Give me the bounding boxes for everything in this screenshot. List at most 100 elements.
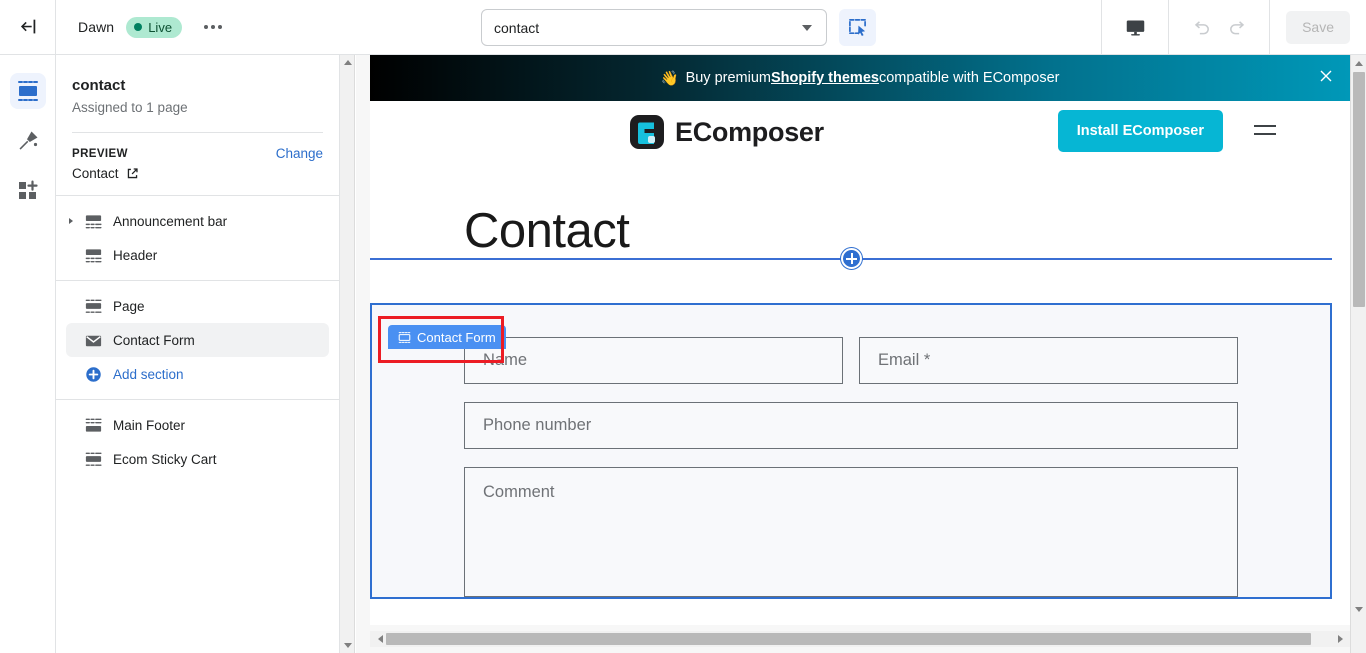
- section-row-header[interactable]: Header: [66, 238, 329, 272]
- live-badge-label: Live: [148, 19, 173, 35]
- sections-icon: [17, 81, 38, 101]
- preview-canvas: 👋 Buy premium Shopify themes compatible …: [356, 55, 1366, 653]
- page-selector-value: contact: [494, 19, 540, 36]
- sidebar-scrollbar[interactable]: [340, 55, 355, 653]
- section-row-ecom-sticky-cart[interactable]: Ecom Sticky Cart: [66, 442, 329, 476]
- section-label: Page: [113, 298, 145, 314]
- preview-block: PREVIEW Change Contact: [56, 133, 339, 181]
- comment-textarea[interactable]: Comment: [464, 467, 1238, 597]
- scrollbar-thumb[interactable]: [386, 633, 1311, 645]
- change-preview-link[interactable]: Change: [276, 146, 323, 161]
- announcement-text-before: Buy premium: [685, 70, 771, 86]
- save-group: Save: [1269, 0, 1366, 54]
- canvas-vertical-scrollbar[interactable]: [1350, 55, 1366, 653]
- undo-button[interactable]: [1185, 11, 1219, 43]
- install-ecomposer-button[interactable]: Install EComposer: [1057, 110, 1223, 152]
- section-row-announcement-bar[interactable]: Announcement bar: [66, 204, 329, 238]
- add-section-button[interactable]: Add section: [66, 357, 329, 391]
- sidebar-group-template: Page Contact Form Add section: [56, 280, 339, 399]
- hamburger-menu-icon[interactable]: [1252, 121, 1278, 144]
- top-toolbar: Dawn Live contact Save: [0, 0, 1366, 55]
- section-label: Ecom Sticky Cart: [113, 451, 217, 467]
- wave-emoji-icon: 👋: [660, 70, 679, 87]
- page-selector[interactable]: contact: [481, 9, 827, 46]
- more-horizontal-icon: [204, 25, 209, 29]
- storefront-viewport: 👋 Buy premium Shopify themes compatible …: [370, 55, 1350, 625]
- toolbar-center-group: contact: [481, 9, 876, 46]
- exit-arrow-icon: [20, 19, 35, 34]
- apps-icon: [18, 180, 38, 199]
- section-top-icon: [84, 212, 103, 231]
- name-input[interactable]: Name: [464, 337, 843, 384]
- phone-row: Phone number: [464, 402, 1238, 449]
- section-bottom-icon: [84, 450, 103, 469]
- scroll-down-arrow[interactable]: [340, 638, 355, 653]
- desktop-preview-button[interactable]: [1118, 11, 1152, 43]
- desktop-icon: [1126, 20, 1144, 35]
- section-page-icon: [84, 297, 103, 316]
- canvas-horizontal-scrollbar[interactable]: [370, 631, 1350, 647]
- name-email-row: Name Email *: [464, 337, 1238, 384]
- theme-settings-icon: [19, 131, 37, 150]
- email-input[interactable]: Email *: [859, 337, 1238, 384]
- preview-label: PREVIEW: [72, 147, 128, 160]
- page-assignment-label: Assigned to 1 page: [72, 100, 188, 115]
- chevron-down-icon: [802, 25, 812, 31]
- sidebar-header: contact Assigned to 1 page: [56, 55, 339, 133]
- exit-editor-button[interactable]: [0, 0, 56, 54]
- live-dot-icon: [134, 23, 143, 31]
- scroll-left-arrow[interactable]: [370, 631, 386, 647]
- scrollbar-thumb[interactable]: [1353, 72, 1365, 307]
- scroll-down-arrow[interactable]: [1351, 601, 1366, 617]
- left-icon-rail: [0, 55, 56, 653]
- status-badge: Live: [126, 16, 183, 38]
- ecomposer-logo-icon: [630, 115, 664, 149]
- section-row-main-footer[interactable]: Main Footer: [66, 408, 329, 442]
- sections-sidebar: contact Assigned to 1 page PREVIEW Chang…: [56, 55, 340, 653]
- shopify-themes-link[interactable]: Shopify themes: [771, 70, 879, 86]
- section-badge-contact-form[interactable]: Contact Form: [388, 325, 506, 349]
- scroll-up-arrow[interactable]: [340, 55, 355, 70]
- preview-row: PREVIEW Change: [72, 146, 323, 161]
- page-heading: Contact: [464, 204, 630, 258]
- sidebar-item-sections[interactable]: [9, 73, 46, 109]
- history-group: [1168, 0, 1269, 54]
- preview-value-row[interactable]: Contact: [72, 166, 323, 181]
- sidebar-group-footer: Main Footer Ecom Sticky Cart: [56, 399, 339, 484]
- close-icon[interactable]: [1319, 69, 1333, 87]
- external-link-icon: [127, 168, 138, 179]
- sidebar-item-theme-settings[interactable]: [10, 123, 46, 159]
- toolbar-right-group: Save: [1101, 0, 1366, 54]
- announcement-text-after: compatible with EComposer: [878, 70, 1060, 86]
- redo-button[interactable]: [1219, 11, 1253, 43]
- brand-logo[interactable]: EComposer: [629, 114, 824, 150]
- sidebar-group-header: Announcement bar Header: [56, 195, 339, 280]
- section-row-page[interactable]: Page: [66, 289, 329, 323]
- announcement-bar: 👋 Buy premium Shopify themes compatible …: [370, 55, 1350, 101]
- inspect-element-button[interactable]: [839, 9, 876, 46]
- store-header: EComposer Install EComposer: [370, 101, 1350, 167]
- section-header-icon: [84, 246, 103, 265]
- chevron-right-icon[interactable]: [66, 217, 76, 225]
- section-badge-label: Contact Form: [417, 329, 496, 345]
- undo-icon: [1194, 20, 1209, 34]
- save-button[interactable]: Save: [1286, 10, 1350, 44]
- sidebar-item-apps[interactable]: [10, 173, 46, 209]
- page-title-label: contact: [72, 77, 126, 94]
- preview-value: Contact: [72, 166, 119, 181]
- section-icon: [398, 331, 411, 343]
- phone-input[interactable]: Phone number: [464, 402, 1238, 449]
- envelope-icon: [84, 331, 103, 350]
- section-label: Main Footer: [113, 417, 186, 433]
- contact-form-section[interactable]: Name Email * Phone number Comment: [370, 303, 1332, 599]
- section-label: Announcement bar: [113, 213, 228, 229]
- add-section-inline-button[interactable]: [841, 248, 862, 269]
- section-label: Header: [113, 247, 158, 263]
- section-row-contact-form[interactable]: Contact Form: [66, 323, 329, 357]
- section-footer-icon: [84, 416, 103, 435]
- brand-name: EComposer: [675, 116, 824, 147]
- scroll-up-arrow[interactable]: [1351, 55, 1366, 71]
- scroll-right-arrow[interactable]: [1334, 631, 1350, 647]
- more-options-button[interactable]: [198, 13, 228, 41]
- section-label: Contact Form: [113, 332, 195, 348]
